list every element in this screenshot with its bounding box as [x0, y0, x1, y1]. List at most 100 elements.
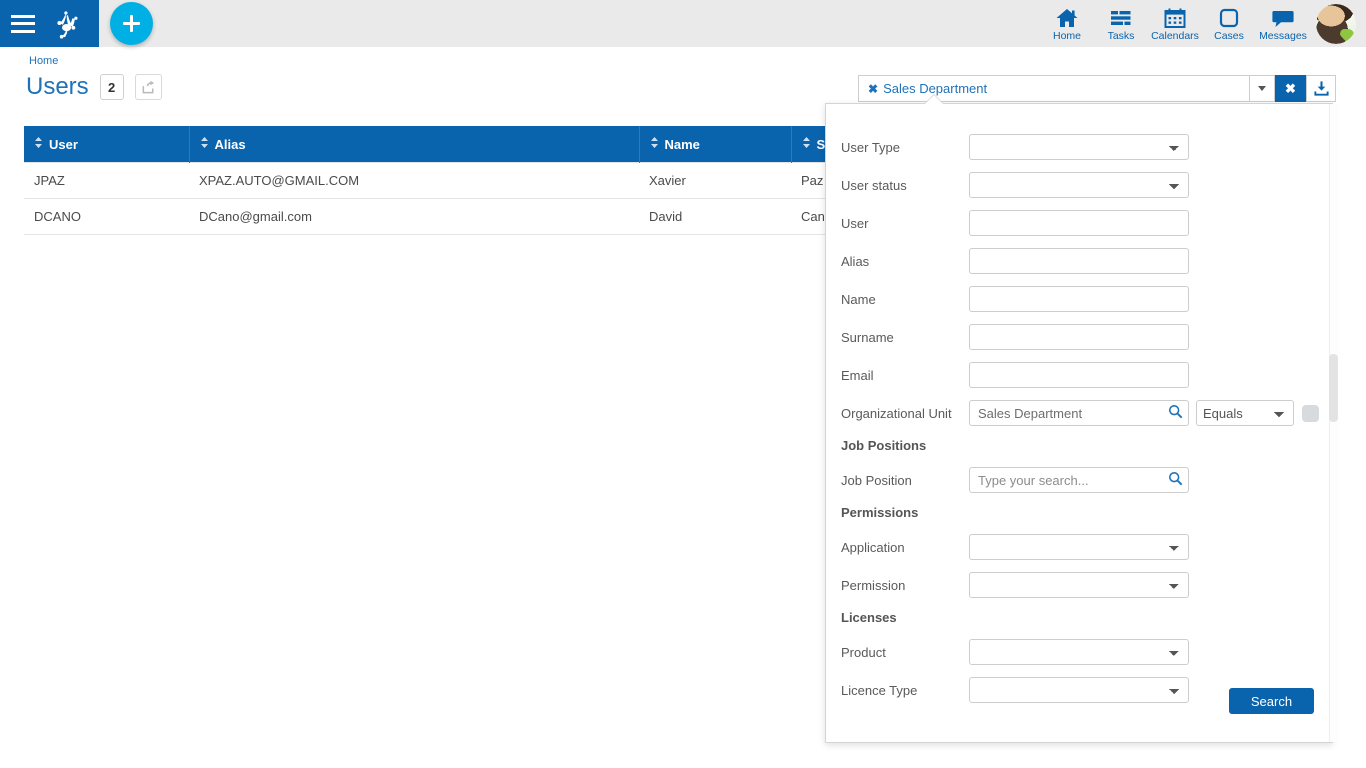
field-row-job-position: Job Position	[826, 467, 1332, 493]
user-input[interactable]	[969, 210, 1189, 236]
search-dropdown-toggle[interactable]	[1249, 75, 1275, 102]
status-badge-online	[1342, 28, 1354, 41]
filter-tag-sales-department: ✖ Sales Department	[868, 81, 987, 96]
search-tag-input[interactable]: ✖ Sales Department	[858, 75, 1249, 102]
avatar[interactable]	[1316, 3, 1356, 44]
permission-select[interactable]	[969, 572, 1189, 598]
column-label-alias: Alias	[214, 136, 246, 152]
licence-type-select[interactable]	[969, 677, 1189, 703]
label-surname: Surname	[841, 329, 894, 345]
label-application: Application	[841, 539, 905, 555]
field-row-application: Application	[826, 534, 1332, 560]
email-field[interactable]	[969, 362, 1189, 388]
breadcrumb[interactable]: Home	[29, 55, 58, 67]
nav-item-calendars[interactable]: Calendars	[1148, 0, 1202, 47]
nav-label-calendars: Calendars	[1151, 30, 1199, 42]
column-label-name: Name	[664, 136, 700, 152]
download-icon	[1313, 81, 1329, 96]
export-button[interactable]	[134, 74, 162, 100]
label-job-position: Job Position	[841, 472, 912, 488]
panel-scrollbar-thumb[interactable]	[1329, 354, 1338, 422]
user-type-select[interactable]	[969, 134, 1189, 160]
magnifier-icon[interactable]	[1168, 471, 1183, 491]
user-status-select[interactable]	[969, 172, 1189, 198]
field-row-organizational-unit: Organizational Unit Equals	[826, 400, 1332, 426]
field-row-product: Product	[826, 639, 1332, 665]
label-permission: Permission	[841, 577, 906, 593]
organizational-unit-operator-select[interactable]: Equals	[1196, 400, 1294, 426]
application-select[interactable]	[969, 534, 1189, 560]
field-row-user-status: User status	[826, 172, 1332, 198]
sort-icon	[34, 136, 43, 151]
search-button[interactable]: Search	[1229, 688, 1314, 714]
close-x-icon[interactable]: ✖	[868, 82, 878, 96]
column-header-user[interactable]: User	[24, 126, 190, 162]
nav-item-tasks[interactable]: Tasks	[1094, 0, 1148, 47]
hamburger-icon[interactable]	[11, 14, 35, 33]
cases-icon	[1217, 5, 1241, 29]
page-header: Users 2	[26, 72, 162, 102]
close-x-icon: ✖	[1285, 80, 1296, 96]
name-input[interactable]	[969, 286, 1189, 312]
field-row-surname: Surname	[826, 324, 1332, 350]
magnifier-icon[interactable]	[1168, 404, 1183, 424]
field-row-user-type: User Type	[826, 134, 1332, 160]
nav-label-home: Home	[1052, 30, 1081, 42]
add-new-button[interactable]	[110, 2, 153, 45]
column-label-user: User	[49, 136, 78, 152]
nav-label-cases: Cases	[1214, 30, 1244, 42]
job-position-search-field	[969, 467, 1189, 493]
download-export-button[interactable]	[1306, 75, 1336, 102]
product-select[interactable]	[969, 639, 1189, 665]
nav-item-messages[interactable]: Messages	[1256, 0, 1310, 47]
field-row-permission: Permission	[826, 572, 1332, 598]
topbar-nav-items: Home Tasks Calendars Cases Messages	[1040, 0, 1358, 47]
clear-filters-button[interactable]: ✖	[1275, 75, 1306, 102]
organizational-unit-search-field	[969, 400, 1189, 426]
label-user-status: User status	[841, 177, 907, 193]
organizational-unit-input[interactable]	[969, 400, 1189, 426]
cell-name: David	[639, 198, 791, 235]
label-alias: Alias	[841, 253, 870, 269]
label-name: Name	[841, 291, 876, 307]
nav-label-messages: Messages	[1259, 30, 1307, 42]
chevron-down-icon	[1258, 86, 1266, 91]
nav-label-tasks: Tasks	[1107, 30, 1135, 42]
nav-item-cases[interactable]: Cases	[1202, 0, 1256, 47]
label-email: Email	[841, 367, 874, 383]
label-licence-type: Licence Type	[841, 682, 918, 698]
filter-tag-label: Sales Department	[883, 81, 988, 96]
sort-icon	[802, 136, 811, 151]
tasks-icon	[1109, 5, 1133, 29]
brand-claw-logo[interactable]	[47, 5, 85, 43]
panel-scrollbar-track[interactable]	[1329, 104, 1338, 742]
label-organizational-unit: Organizational Unit	[841, 405, 952, 421]
column-header-alias[interactable]: Alias	[189, 126, 640, 162]
page-title: Users	[26, 73, 89, 100]
cell-alias: DCano@gmail.com	[189, 198, 639, 235]
topbar-brand-area	[0, 0, 99, 47]
panel-pointer-arrow	[925, 95, 943, 104]
cell-alias: XPAZ.AUTO@GMAIL.COM	[189, 161, 639, 199]
section-heading-licenses: Licenses	[841, 610, 897, 625]
calendar-icon	[1163, 5, 1187, 29]
message-bubble-icon	[1271, 5, 1295, 29]
field-row-name: Name	[826, 286, 1332, 312]
advanced-filter-panel: User Type User status User Alias Name Su…	[825, 103, 1338, 743]
column-header-name[interactable]: Name	[639, 126, 792, 162]
field-row-email: Email	[826, 362, 1332, 388]
sort-icon	[650, 136, 659, 151]
alias-input[interactable]	[969, 248, 1189, 274]
record-count-badge: 2	[99, 74, 124, 100]
section-heading-job-positions: Job Positions	[841, 438, 927, 453]
label-user: User	[841, 215, 869, 231]
organizational-unit-toggle-button[interactable]	[1302, 404, 1319, 422]
surname-input[interactable]	[969, 324, 1189, 350]
job-position-input[interactable]	[969, 467, 1189, 493]
section-heading-permissions: Permissions	[841, 505, 919, 520]
top-navigation-bar: Home Tasks Calendars Cases Messages	[0, 0, 1366, 47]
sort-icon	[200, 136, 209, 151]
nav-item-home[interactable]: Home	[1040, 0, 1094, 47]
cell-user: DCANO	[24, 198, 189, 235]
home-icon	[1055, 5, 1079, 29]
